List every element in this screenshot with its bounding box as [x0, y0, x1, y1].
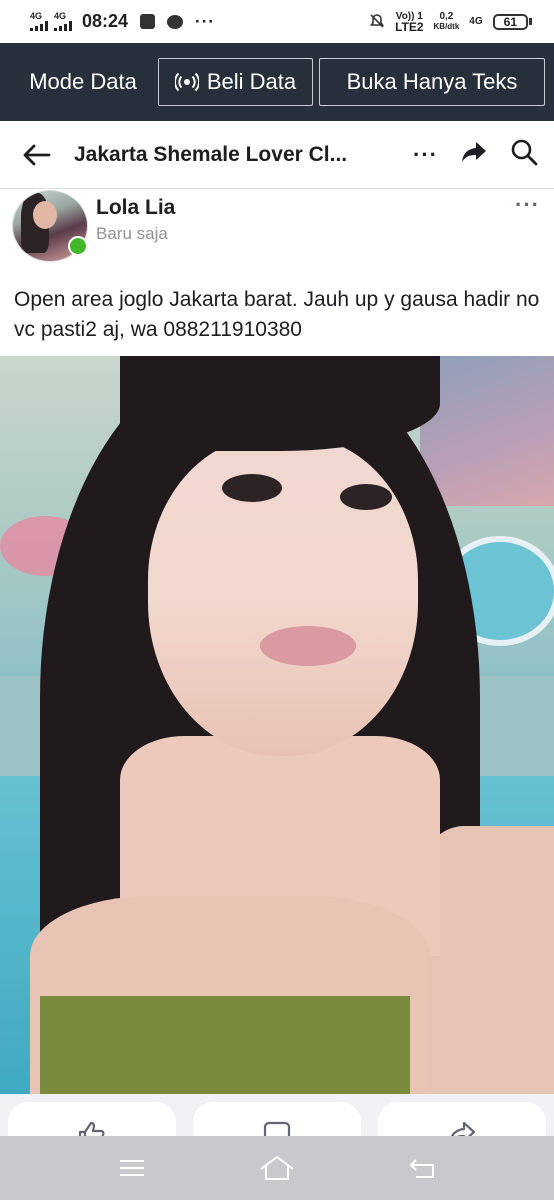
home-icon[interactable]: [257, 1148, 297, 1188]
buy-data-label: Beli Data: [206, 69, 297, 94]
mute-bell-icon: [369, 13, 385, 30]
clock: 08:24: [82, 11, 129, 31]
back-return-icon[interactable]: [402, 1148, 442, 1188]
menu-icon[interactable]: [112, 1148, 152, 1188]
author-block: Lola Lia Baru saja: [96, 196, 175, 244]
text-only-button[interactable]: Buka Hanya Teks: [319, 58, 545, 106]
post-photo[interactable]: [0, 356, 554, 1094]
status-left: 4G 4G 08:24 ···: [30, 11, 215, 32]
author-name[interactable]: Lola Lia: [96, 196, 175, 220]
back-arrow-icon[interactable]: [20, 139, 52, 171]
more-options-icon[interactable]: ···: [413, 143, 438, 165]
nav-actions: ···: [413, 138, 538, 171]
photo-fringe: [120, 356, 440, 451]
speed-value: 0,2: [439, 10, 454, 22]
signal-bars-icon: [30, 21, 48, 31]
post-header: Lola Lia Baru saja ···: [0, 190, 554, 270]
post-actions-bar: [0, 1094, 554, 1146]
search-icon[interactable]: [510, 138, 538, 171]
message-bubble-icon: [167, 14, 184, 29]
battery-tip: [529, 18, 532, 25]
speed-unit: KB/dtk: [433, 21, 460, 31]
photo-lips: [260, 626, 356, 666]
network-speed: 0,2 KB/dtk: [433, 10, 460, 32]
data-mode-label: Mode Data: [29, 69, 137, 94]
sim2-label: 4G: [54, 11, 67, 21]
system-nav-bar: [0, 1136, 554, 1200]
sim1-label: 4G: [30, 11, 43, 21]
sim2-signal: 4G: [54, 12, 72, 31]
lte-label: LTE2: [395, 19, 424, 34]
post-text: Open area joglo Jakarta barat. Jauh up y…: [14, 288, 540, 341]
buy-data-button[interactable]: Beli Data: [158, 58, 313, 106]
online-status-dot: [68, 236, 88, 256]
status-right: Vo)) 1 LTE2 0,2 KB/dtk 4G 61: [369, 10, 532, 34]
photo-pillow: [420, 356, 554, 506]
photo-green-top: [40, 996, 410, 1094]
battery-level: 61: [492, 13, 528, 30]
battery-icon: 61: [492, 13, 532, 30]
post-timestamp: Baru saja: [96, 224, 168, 243]
sim1-signal: 4G: [30, 12, 48, 31]
notification-app-icon: [140, 14, 156, 29]
top-nav-bar: Jakarta Shemale Lover Cl... ···: [0, 121, 554, 189]
photo-eye-left: [222, 474, 282, 502]
more-notifications-icon: ···: [195, 11, 216, 31]
data-mode-bar: Mode Data Beli Data Buka Hanya Teks: [0, 43, 554, 121]
signal-bars-icon: [54, 21, 72, 31]
volte-indicator: Vo)) 1 LTE2: [395, 11, 424, 34]
photo-face: [148, 436, 418, 756]
photo-eye-right: [340, 484, 392, 510]
post-more-options-icon[interactable]: ···: [515, 194, 540, 216]
avatar-face: [33, 201, 57, 229]
broadcast-icon: [174, 70, 199, 94]
network-type: 4G: [469, 15, 483, 27]
status-bar: 4G 4G 08:24 ··· Vo)) 1 LTE2 0,2 KB/dtk 4…: [0, 0, 554, 43]
group-title: Jakarta Shemale Lover Cl...: [74, 142, 348, 166]
share-arrow-icon[interactable]: [460, 140, 488, 169]
